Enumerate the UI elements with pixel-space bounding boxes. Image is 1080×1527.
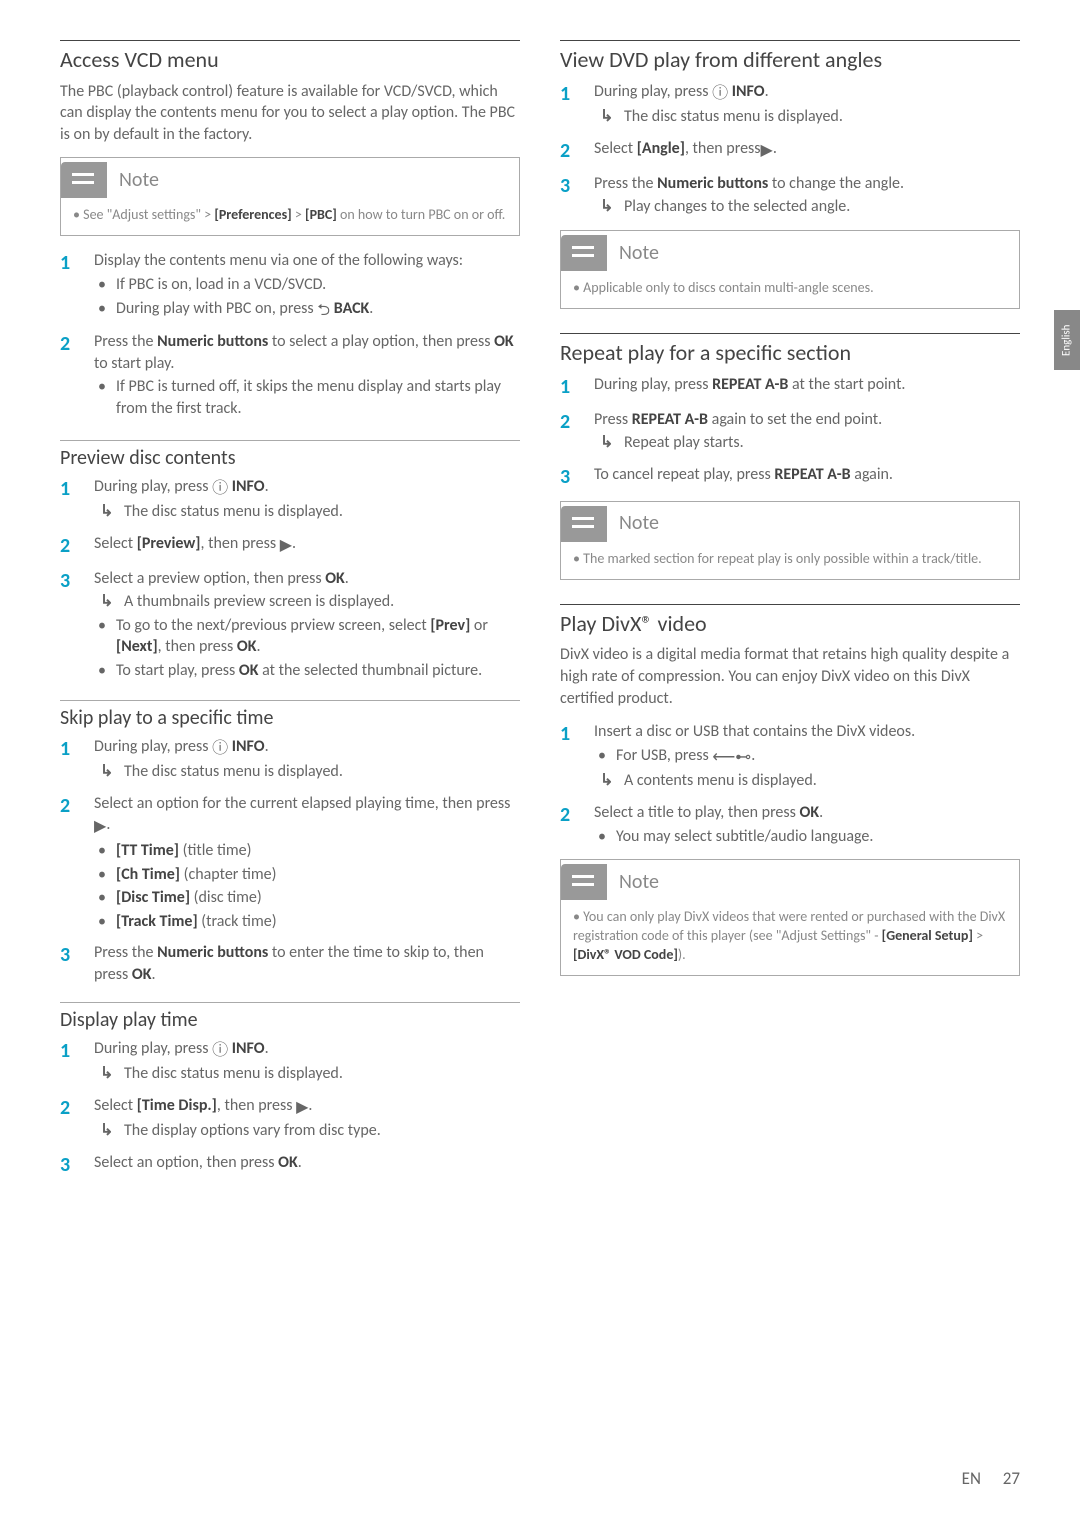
section-view-angles: View DVD play from different angles 1 Du… xyxy=(560,40,1020,309)
heading-display-play-time: Display play time xyxy=(60,1007,520,1034)
note-icon xyxy=(61,162,107,198)
heading-skip-play: Skip play to a specific time xyxy=(60,705,520,732)
note-title: Note xyxy=(619,240,659,267)
sub-item: You may select subtitle/audio language. xyxy=(594,826,1020,848)
heading-preview-disc: Preview disc contents xyxy=(60,445,520,472)
sub-item: To start play, press OK at the selected … xyxy=(94,660,520,682)
step: Press the Numeric buttons to select a pl… xyxy=(94,331,520,421)
sub-item: If PBC is on, load in a VCD/SVCD. xyxy=(94,274,520,296)
sub-item: For USB, press ⟵⊷. xyxy=(594,745,1020,769)
footer-lang: EN xyxy=(962,1468,981,1489)
step: Select [Time Disp.], then press ▶. The d… xyxy=(94,1095,520,1144)
back-arrow-icon: ⮌ xyxy=(317,300,330,322)
heading-access-vcd: Access VCD menu xyxy=(60,45,520,75)
step: Insert a disc or USB that contains the D… xyxy=(594,721,1020,794)
sub-item: [Track Time] (track time) xyxy=(94,911,520,933)
section-play-divx: Play DivX® video DivX video is a digital… xyxy=(560,604,1020,976)
step: Press the Numeric buttons to change the … xyxy=(594,173,1020,220)
intro-access-vcd: The PBC (playback control) feature is av… xyxy=(60,81,520,146)
section-display-play-time: Display play time 1 During play, press ⓘ… xyxy=(60,1002,520,1179)
footer-page-number: 27 xyxy=(1003,1468,1020,1489)
info-icon: ⓘ xyxy=(712,83,728,105)
step: Select a preview option, then press OK. … xyxy=(94,568,520,684)
step: Select [Preview], then press ▶. xyxy=(94,533,520,560)
result: Play changes to the selected angle. xyxy=(594,196,1020,218)
right-triangle-icon: ▶ xyxy=(761,140,773,162)
note-item: You can only play DivX videos that were … xyxy=(573,908,1007,965)
result: The display options vary from disc type. xyxy=(94,1120,520,1142)
result: Repeat play starts. xyxy=(594,432,1020,454)
left-column: Access VCD menu The PBC (playback contro… xyxy=(60,40,520,1195)
right-column: View DVD play from different angles 1 Du… xyxy=(560,40,1020,1195)
step: Select an option for the current elapsed… xyxy=(94,793,520,935)
sub-item: If PBC is turned off, it skips the menu … xyxy=(94,376,520,419)
info-icon: ⓘ xyxy=(212,478,228,500)
step: Select [Angle], then press▶. xyxy=(594,138,1020,165)
result: The disc status menu is displayed. xyxy=(594,106,1020,128)
note-icon xyxy=(561,235,607,271)
intro-divx: DivX video is a digital media format tha… xyxy=(560,644,1020,709)
heading-play-divx: Play DivX® video xyxy=(560,609,1020,639)
result: A thumbnails preview screen is displayed… xyxy=(94,591,520,613)
info-icon: ⓘ xyxy=(212,738,228,760)
info-icon: ⓘ xyxy=(212,1040,228,1062)
note-icon xyxy=(561,864,607,900)
right-triangle-icon: ▶ xyxy=(94,816,106,838)
note-icon xyxy=(561,506,607,542)
step: Select a title to play, then press OK. Y… xyxy=(594,802,1020,849)
result: The disc status menu is displayed. xyxy=(94,1063,520,1085)
result: The disc status menu is displayed. xyxy=(94,761,520,783)
note-item: The marked section for repeat play is on… xyxy=(573,550,1007,569)
step: Display the contents menu via one of the… xyxy=(94,250,520,323)
usb-icon: ⟵⊷ xyxy=(712,747,751,769)
section-skip-play: Skip play to a specific time 1 During pl… xyxy=(60,700,520,986)
step: During play, press ⓘ INFO. The disc stat… xyxy=(94,1038,520,1087)
result: A contents menu is displayed. xyxy=(594,770,1020,792)
sub-item: [Disc Time] (disc time) xyxy=(94,887,520,909)
heading-view-angles: View DVD play from different angles xyxy=(560,45,1020,75)
section-preview-disc: Preview disc contents 1 During play, pre… xyxy=(60,440,520,684)
page-columns: Access VCD menu The PBC (playback contro… xyxy=(60,40,1020,1195)
step: Select an option, then press OK. xyxy=(94,1152,520,1179)
step: Press the Numeric buttons to enter the t… xyxy=(94,942,520,985)
right-triangle-icon: ▶ xyxy=(296,1097,308,1119)
step: During play, press ⓘ INFO. The disc stat… xyxy=(94,476,520,525)
sub-item: During play with PBC on, press ⮌ BACK. xyxy=(94,298,520,322)
step: During play, press ⓘ INFO. The disc stat… xyxy=(594,81,1020,130)
step: Press REPEAT A-B again to set the end po… xyxy=(594,409,1020,456)
section-access-vcd: Access VCD menu The PBC (playback contro… xyxy=(60,40,520,422)
section-repeat-play: Repeat play for a specific section 1 Dur… xyxy=(560,333,1020,580)
page-footer: EN 27 xyxy=(962,1468,1020,1491)
note-item: See "Adjust settings" > [Preferences] > … xyxy=(73,206,507,225)
sub-item: [Ch Time] (chapter time) xyxy=(94,864,520,886)
step: During play, press ⓘ INFO. The disc stat… xyxy=(94,736,520,785)
note-title: Note xyxy=(119,167,159,194)
note-divx: Note You can only play DivX videos that … xyxy=(560,859,1020,976)
heading-repeat-play: Repeat play for a specific section xyxy=(560,338,1020,368)
result: The disc status menu is displayed. xyxy=(94,501,520,523)
right-triangle-icon: ▶ xyxy=(280,535,292,557)
note-item: Applicable only to discs contain multi-a… xyxy=(573,279,1007,298)
language-tab: English xyxy=(1054,310,1080,370)
sub-item: To go to the next/previous prview screen… xyxy=(94,615,520,658)
step: During play, press REPEAT A-B at the sta… xyxy=(594,374,1020,401)
note-title: Note xyxy=(619,510,659,537)
note-title: Note xyxy=(619,869,659,896)
note-access-vcd: Note See "Adjust settings" > [Preference… xyxy=(60,157,520,236)
note-repeat: Note The marked section for repeat play … xyxy=(560,501,1020,580)
step: To cancel repeat play, press REPEAT A-B … xyxy=(594,464,1020,491)
note-angles: Note Applicable only to discs contain mu… xyxy=(560,230,1020,309)
sub-item: [TT Time] (title time) xyxy=(94,840,520,862)
